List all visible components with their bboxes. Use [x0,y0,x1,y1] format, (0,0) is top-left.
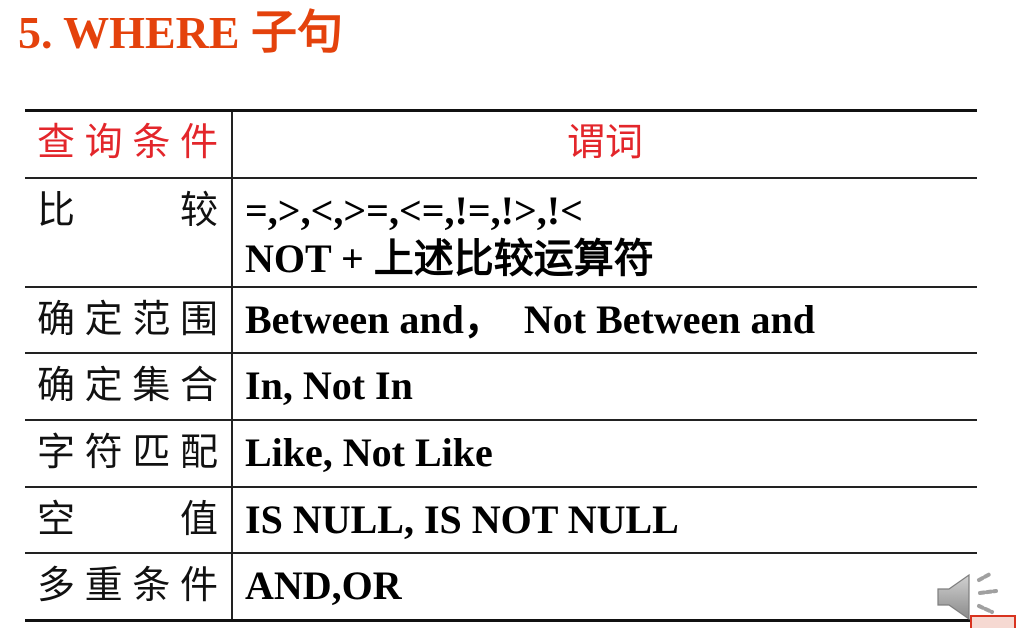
row-predicate: Between and， Not Between and [233,288,977,352]
row-condition: 字符匹配 [25,421,233,486]
predicate-line: IS NULL, IS NOT NULL [245,497,679,542]
predicate-line: =,>,<,>=,<=,!=,!>,!< [245,188,583,233]
predicate-line: AND,OR [245,563,402,608]
corner-marker [970,615,1016,628]
predicate-line: Like, Not Like [245,430,493,475]
row-condition: 多重条件 [25,554,233,619]
predicate-table: 查询条件 谓词 比较 =,>,<,>=,<=,!=,!>,!< NOT + 上述… [25,109,977,622]
predicate-line: Between and， Not Between and [245,297,815,342]
table-row: 确定范围 Between and， Not Between and [25,288,977,354]
header-condition: 查询条件 [25,112,233,177]
row-condition: 确定集合 [25,354,233,419]
row-predicate: IS NULL, IS NOT NULL [233,488,977,552]
row-predicate: AND,OR [233,554,977,619]
row-condition: 空值 [25,488,233,552]
slide-title: 5. WHERE 子句 [18,7,344,58]
predicate-line: In, Not In [245,363,413,408]
predicate-line: NOT + 上述比较运算符 [245,236,654,281]
table-row: 字符匹配 Like, Not Like [25,421,977,488]
row-condition: 确定范围 [25,288,233,352]
table-row: 比较 =,>,<,>=,<=,!=,!>,!< NOT + 上述比较运算符 [25,179,977,288]
table-header-row: 查询条件 谓词 [25,112,977,179]
table-row: 确定集合 In, Not In [25,354,977,421]
table-row: 多重条件 AND,OR [25,554,977,619]
row-predicate: In, Not In [233,354,977,419]
header-predicate: 谓词 [566,122,643,164]
row-condition: 比较 [25,179,233,286]
row-predicate: Like, Not Like [233,421,977,486]
row-predicate: =,>,<,>=,<=,!=,!>,!< NOT + 上述比较运算符 [233,179,977,286]
table-row: 空值 IS NULL, IS NOT NULL [25,488,977,554]
